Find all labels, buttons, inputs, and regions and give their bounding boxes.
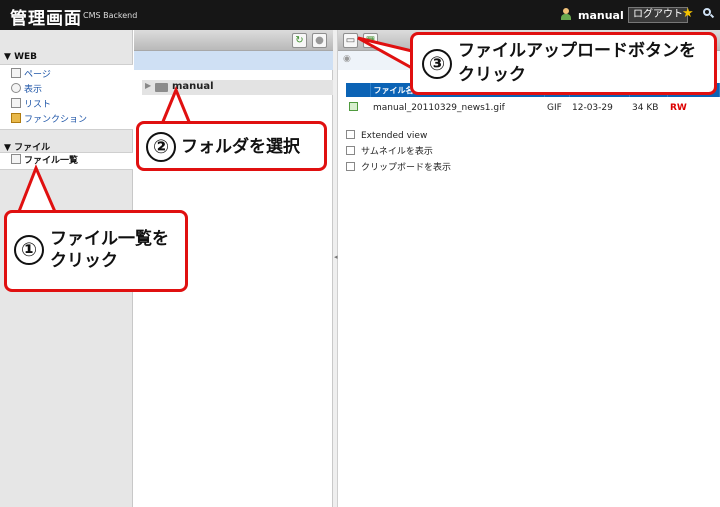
callout-step-2: ② フォルダを選択 [136, 121, 327, 171]
step-number: ③ [422, 49, 452, 79]
callout-text: ファイル一覧を [50, 229, 169, 249]
callout-text-line2: クリック [50, 251, 118, 271]
callout-text: フォルダを選択 [181, 137, 300, 157]
callout-3-pointer [357, 36, 414, 71]
callout-text-line2: クリック [458, 65, 526, 85]
callout-2-pointer [159, 86, 193, 126]
step-number: ① [14, 235, 44, 265]
step-number: ② [146, 132, 176, 162]
callout-step-3: ③ ファイルアップロードボタンを クリック [410, 32, 717, 95]
callout-text: ファイルアップロードボタンを [458, 41, 696, 61]
callout-1-pointer [15, 164, 59, 216]
callout-step-1: ① ファイル一覧を クリック [4, 210, 188, 292]
